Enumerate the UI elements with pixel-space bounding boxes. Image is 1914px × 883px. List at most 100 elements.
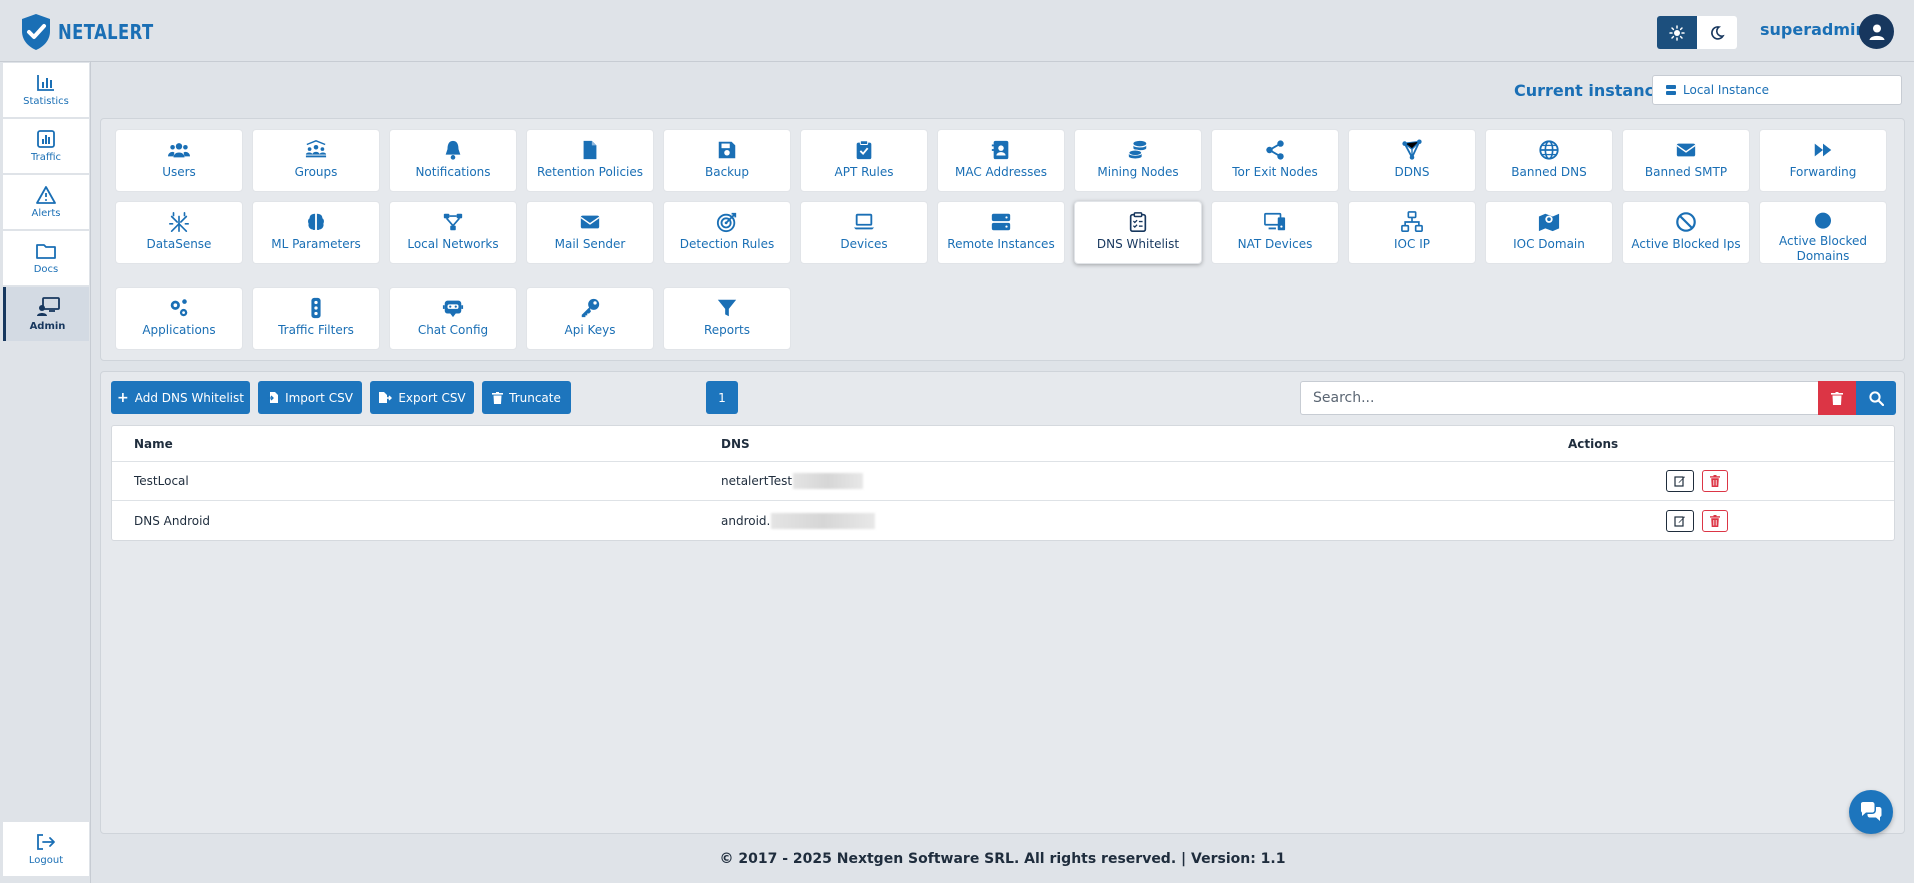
- tile-users[interactable]: Users: [115, 129, 243, 192]
- user-avatar[interactable]: [1859, 14, 1894, 49]
- tile-local-networks[interactable]: Local Networks: [389, 201, 517, 264]
- tile-reports[interactable]: Reports: [663, 287, 791, 350]
- username[interactable]: superadmin: [1760, 20, 1867, 39]
- tile-ioc-ip[interactable]: IOC IP: [1348, 201, 1476, 264]
- tile-active-blocked-domains[interactable]: Active Blocked Domains: [1759, 201, 1887, 264]
- tile-chat-config[interactable]: Chat Config: [389, 287, 517, 350]
- sidebar-item-traffic[interactable]: Traffic: [3, 119, 89, 173]
- tile-remote-instances[interactable]: Remote Instances: [937, 201, 1065, 264]
- file-import-icon: [267, 392, 279, 403]
- sidebar-item-statistics[interactable]: Statistics: [3, 63, 89, 117]
- server-icon: [1666, 85, 1676, 95]
- sun-icon: [1669, 24, 1685, 41]
- tile-label: Users: [162, 165, 196, 179]
- coins-icon: [1128, 140, 1147, 159]
- tile-retention-policies[interactable]: Retention Policies: [526, 129, 654, 192]
- map-icon: [1538, 213, 1560, 232]
- tile-tor-exit-nodes[interactable]: Tor Exit Nodes: [1211, 129, 1339, 192]
- sidebar-item-alerts[interactable]: Alerts: [3, 175, 89, 229]
- tile-notifications[interactable]: Notifications: [389, 129, 517, 192]
- admin-tiles-panel: Users Groups Notifications Retention Pol…: [100, 118, 1905, 361]
- tile-apt-rules[interactable]: APT Rules: [800, 129, 928, 192]
- tile-backup[interactable]: Backup: [663, 129, 791, 192]
- search-icon: [1868, 390, 1884, 406]
- delete-button[interactable]: [1702, 509, 1728, 532]
- tile-label: Detection Rules: [679, 237, 775, 251]
- groups-icon: [305, 140, 327, 158]
- tile-label: Remote Instances: [947, 237, 1055, 251]
- sidebar-item-admin[interactable]: Admin: [3, 287, 89, 341]
- tile-label: Active Blocked Ips: [1631, 237, 1741, 251]
- delete-button[interactable]: [1702, 470, 1728, 492]
- tile-label: Api Keys: [564, 323, 616, 337]
- tile-banned-smtp[interactable]: Banned SMTP: [1622, 129, 1750, 192]
- logout-button[interactable]: Logout: [3, 822, 89, 876]
- edit-button[interactable]: [1666, 509, 1694, 532]
- circle-icon: [1814, 212, 1832, 229]
- import-csv-button[interactable]: Import CSV: [258, 381, 362, 414]
- table-header-row: Name DNS Actions: [112, 426, 1894, 462]
- tile-detection-rules[interactable]: Detection Rules: [663, 201, 791, 264]
- edit-button[interactable]: [1666, 470, 1694, 492]
- search-button[interactable]: [1856, 381, 1896, 415]
- export-csv-button[interactable]: Export CSV: [370, 381, 474, 414]
- tile-label: Backup: [705, 165, 749, 179]
- column-header-actions: Actions: [1568, 436, 1619, 451]
- tile-banned-dns[interactable]: Banned DNS: [1485, 129, 1613, 192]
- column-header-dns[interactable]: DNS: [721, 426, 750, 461]
- tile-applications[interactable]: Applications: [115, 287, 243, 350]
- ban-icon: [1676, 212, 1696, 232]
- chat-icon: [1861, 802, 1882, 821]
- instance-select[interactable]: Local Instance: [1652, 75, 1902, 105]
- tile-devices[interactable]: Devices: [800, 201, 928, 264]
- truncate-button[interactable]: Truncate: [482, 381, 571, 414]
- tile-label: Chat Config: [417, 323, 489, 337]
- tile-active-blocked-ips[interactable]: Active Blocked Ips: [1622, 201, 1750, 264]
- tile-groups[interactable]: Groups: [252, 129, 380, 192]
- tile-ioc-domain[interactable]: IOC Domain: [1485, 201, 1613, 264]
- tile-nat-devices[interactable]: NAT Devices: [1211, 201, 1339, 264]
- sidebar-item-docs[interactable]: Docs: [3, 231, 89, 285]
- logo[interactable]: NETALERT: [18, 12, 175, 52]
- server-icon: [991, 213, 1011, 231]
- tile-label: ML Parameters: [271, 237, 361, 251]
- pagination-page-1[interactable]: 1: [706, 381, 738, 414]
- logout-label: Logout: [28, 854, 64, 866]
- tile-label: Banned SMTP: [1644, 165, 1728, 179]
- tile-datasense[interactable]: DataSense: [115, 201, 243, 264]
- tile-ml-parameters[interactable]: ML Parameters: [252, 201, 380, 264]
- tile-dns-whitelist[interactable]: DNS Whitelist: [1074, 201, 1202, 264]
- tile-mining-nodes[interactable]: Mining Nodes: [1074, 129, 1202, 192]
- footer: © 2017 - 2025 Nextgen Software SRL. All …: [719, 850, 1286, 867]
- tile-label: Active Blocked Domains: [1779, 234, 1867, 263]
- tile-traffic-filters[interactable]: Traffic Filters: [252, 287, 380, 350]
- light-theme-button[interactable]: [1657, 16, 1697, 49]
- file-export-icon: [379, 392, 393, 403]
- add-dns-whitelist-button[interactable]: + Add DNS Whitelist: [111, 381, 250, 414]
- tile-mail-sender[interactable]: Mail Sender: [526, 201, 654, 264]
- tile-label: Mail Sender: [554, 237, 626, 251]
- clear-search-button[interactable]: [1818, 381, 1856, 415]
- dark-theme-button[interactable]: [1697, 16, 1737, 49]
- sidebar-item-label: Docs: [33, 263, 59, 275]
- tile-label: NAT Devices: [1237, 237, 1313, 251]
- folder-icon: [36, 243, 56, 259]
- tile-label: DataSense: [146, 237, 212, 251]
- search-input[interactable]: [1300, 381, 1818, 415]
- tile-label: Banned DNS: [1511, 165, 1587, 179]
- sitemap-icon: [1401, 211, 1423, 232]
- tile-mac-addresses[interactable]: MAC Addresses: [937, 129, 1065, 192]
- tile-ddns[interactable]: DDNS: [1348, 129, 1476, 192]
- row-actions: [1512, 501, 1892, 540]
- nodes-icon: [1402, 139, 1422, 160]
- tile-api-keys[interactable]: Api Keys: [526, 287, 654, 350]
- table-row: TestLocal netalertTest: [112, 462, 1894, 501]
- filter-icon: [717, 299, 737, 317]
- tile-label: Groups: [294, 165, 338, 179]
- column-header-name[interactable]: Name: [134, 426, 173, 461]
- logout-icon: [37, 833, 55, 850]
- globe-icon: [1539, 140, 1559, 160]
- tile-forwarding[interactable]: Forwarding: [1759, 129, 1887, 192]
- line-chart-icon: [37, 129, 55, 148]
- chat-button[interactable]: [1849, 790, 1893, 834]
